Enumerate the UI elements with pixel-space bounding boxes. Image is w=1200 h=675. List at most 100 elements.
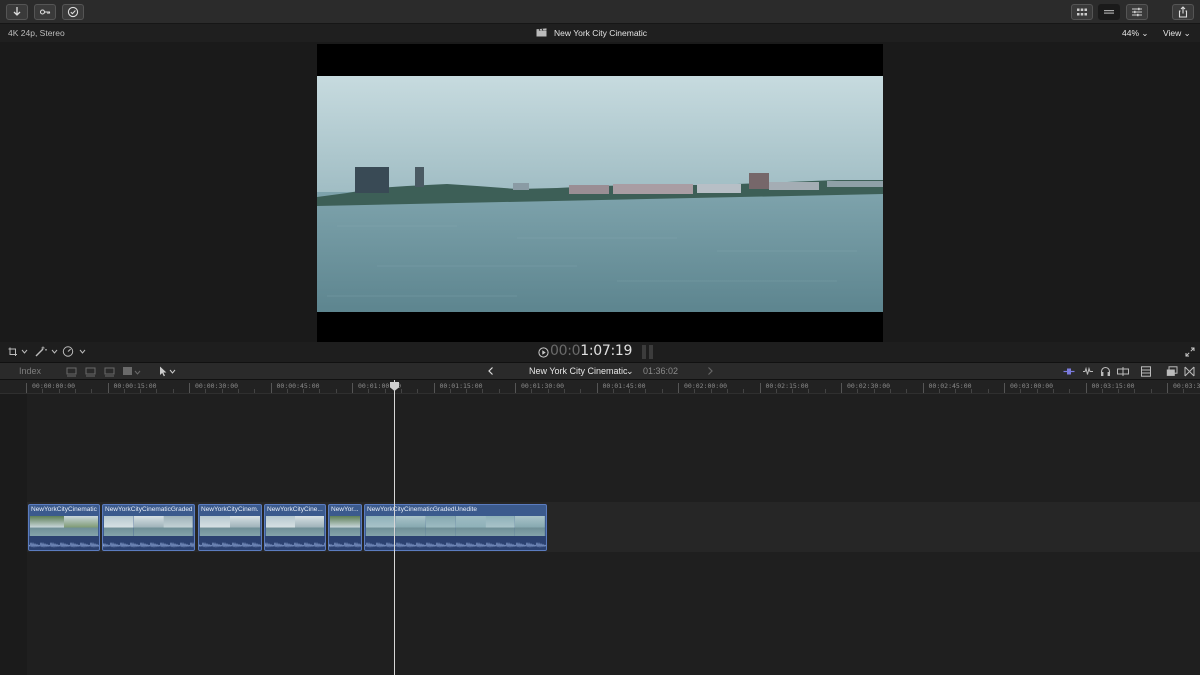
ruler-major-tick <box>515 383 516 393</box>
timeline-clip[interactable]: NewYorkCityCinem... <box>198 504 262 551</box>
clip-filmstrip <box>266 516 324 537</box>
ruler-minor-tick <box>498 389 500 393</box>
back-button[interactable] <box>487 366 495 376</box>
ruler-major-tick <box>352 383 353 393</box>
ruler-major-tick <box>1085 383 1087 393</box>
skimming-toggle[interactable] <box>1063 366 1075 377</box>
transitions-browser-button[interactable] <box>1184 366 1195 377</box>
ruler-minor-tick <box>531 389 533 393</box>
ruler-tick-label: 00:01:45:00 <box>602 382 646 390</box>
timeline-clip[interactable]: NewYorkCityCinematic... <box>28 504 100 551</box>
timeline-clip[interactable]: NewYorkCityCinematicGradedUnedite <box>364 504 547 551</box>
video-image <box>317 76 883 312</box>
ruler-minor-tick <box>808 389 810 393</box>
background-tasks-button[interactable] <box>62 4 84 20</box>
snapping-toggle[interactable] <box>1117 366 1129 377</box>
ruler-major-tick <box>1167 383 1168 393</box>
index-button[interactable]: Index <box>19 366 41 376</box>
import-button[interactable] <box>6 4 28 20</box>
audio-skimming-toggle[interactable] <box>1082 366 1094 377</box>
top-toolbar <box>0 0 1200 24</box>
solo-toggle[interactable] <box>1100 366 1111 377</box>
clip-appearance-icons <box>66 366 146 377</box>
timeline-clip[interactable]: NewYorkCityCinematicGraded... <box>102 504 195 551</box>
zoom-menu[interactable]: 44% ⌄ <box>1122 28 1149 39</box>
timeline-ruler[interactable]: 00:00:00:00 00:00:15:00 00:00:30:00 00:00:4… <box>0 380 1200 394</box>
ruler-minor-tick <box>400 389 402 393</box>
effects-browser-button[interactable] <box>1166 366 1178 377</box>
ruler-minor-tick <box>417 389 419 393</box>
timeline-project-title[interactable]: New York City Cinematic <box>529 366 628 376</box>
tool-menu[interactable] <box>158 366 178 377</box>
chevron-down-icon[interactable]: ⌄ <box>626 366 634 377</box>
browser-toggle-button[interactable] <box>1071 4 1093 20</box>
ruler-major-tick <box>678 383 679 393</box>
transform-menu[interactable] <box>8 347 28 357</box>
clip-audio-waveform <box>199 536 261 550</box>
ruler-minor-tick <box>792 389 794 393</box>
ruler-minor-tick <box>824 389 826 393</box>
ruler-minor-tick <box>237 389 239 393</box>
play-circle-icon[interactable] <box>538 347 549 358</box>
ruler-minor-tick <box>694 389 696 393</box>
ruler-tick-label: 00:02:30:00 <box>847 382 891 390</box>
ruler-minor-tick <box>1020 389 1022 393</box>
enhance-menu[interactable] <box>35 346 59 357</box>
timecode-value: 1:07:19 <box>580 343 633 359</box>
timeline-clip[interactable]: NewYor... <box>328 504 362 551</box>
ruler-minor-tick <box>1052 389 1054 393</box>
inspector-toggle-button[interactable] <box>1126 4 1148 20</box>
share-button[interactable] <box>1172 4 1194 20</box>
ruler-minor-tick <box>1134 389 1136 393</box>
snapping-icon <box>1117 367 1129 376</box>
viewer-frame <box>317 44 883 342</box>
ruler-minor-tick <box>384 389 386 393</box>
chevron-down-icon: ⌄ <box>1183 28 1191 38</box>
ruler-minor-tick <box>286 389 288 393</box>
share-icon <box>1178 6 1188 18</box>
ruler-minor-tick <box>319 389 321 393</box>
viewer <box>0 42 1200 342</box>
view-menu[interactable]: View ⌄ <box>1163 28 1191 39</box>
ruler-minor-tick <box>710 389 712 393</box>
arrow-pointer-icon <box>160 366 176 377</box>
ruler-minor-tick <box>1069 389 1071 393</box>
viewer-project-title: New York City Cinematic <box>554 28 648 38</box>
keyword-button[interactable] <box>34 4 56 20</box>
ruler-minor-tick <box>857 389 859 393</box>
ruler-major-tick <box>270 383 272 393</box>
ruler-minor-tick <box>987 389 989 393</box>
ruler-tick-label: 00:03:00:00 <box>1010 382 1054 390</box>
ruler-tick-label: 00:02:45:00 <box>928 382 972 390</box>
retime-menu[interactable] <box>62 346 88 357</box>
ruler-tick-label: 00:01:30:00 <box>521 382 565 390</box>
ruler-minor-tick <box>58 389 60 393</box>
expand-icon <box>1185 347 1195 357</box>
timeline-clip[interactable]: NewYorkCityCine... <box>264 504 326 551</box>
filmstrip-icon <box>1141 366 1151 377</box>
ruler-minor-tick <box>466 389 468 393</box>
ruler-tick-label: 00:02:15:00 <box>765 382 809 390</box>
forward-button[interactable] <box>706 366 714 376</box>
clapper-icon <box>536 28 547 39</box>
timeline-toggle-button[interactable] <box>1098 4 1120 20</box>
ruler-minor-tick <box>1101 389 1103 393</box>
ruler-tick-label: 00:03:15:00 <box>1091 382 1135 390</box>
ruler-minor-tick <box>580 389 582 393</box>
clip-title: NewYor... <box>331 506 359 513</box>
ruler-minor-tick <box>91 389 93 393</box>
fullscreen-button[interactable] <box>1185 347 1195 357</box>
ruler-minor-tick <box>547 389 549 393</box>
timecode-display[interactable]: 00:01:07:19 <box>550 343 632 359</box>
ruler-tick-label: 00:01:15:00 <box>439 382 483 390</box>
video-frame[interactable] <box>317 76 883 312</box>
ruler-minor-tick <box>449 389 451 393</box>
ruler-major-tick <box>26 383 27 393</box>
ruler-major-tick <box>107 383 109 393</box>
clip-audio-waveform <box>265 536 325 550</box>
playhead-line[interactable] <box>394 380 395 675</box>
ruler-minor-tick <box>971 389 973 393</box>
clip-appearance-button[interactable] <box>1141 366 1151 377</box>
ruler-minor-tick <box>156 389 158 393</box>
waveform-icon <box>1083 366 1093 375</box>
